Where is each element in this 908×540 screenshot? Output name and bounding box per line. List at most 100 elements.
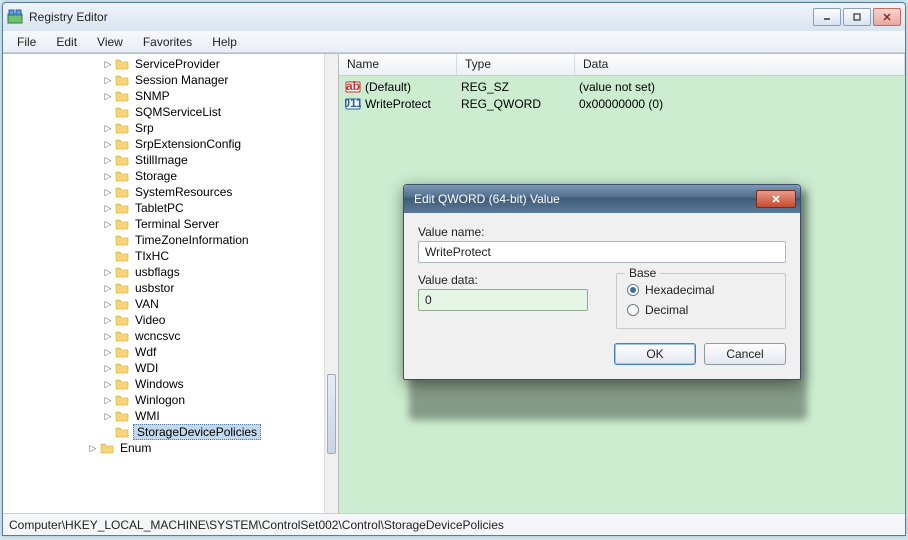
tree-item[interactable]: StorageDevicePolicies: [3, 424, 324, 440]
expand-arrow-icon[interactable]: ▷: [103, 347, 113, 358]
value-data-field[interactable]: [418, 289, 588, 311]
tree-item-label: Session Manager: [133, 73, 230, 87]
radio-hexadecimal[interactable]: Hexadecimal: [627, 280, 775, 300]
close-button[interactable]: [873, 8, 901, 26]
radio-dec-label: Decimal: [645, 303, 688, 317]
tree-item-label: WMI: [133, 409, 162, 423]
tree-item[interactable]: ▷Storage: [3, 168, 324, 184]
tree-item-label: StorageDevicePolicies: [133, 424, 261, 440]
value-row[interactable]: ab (Default)REG_SZ(value not set): [339, 78, 905, 95]
value-name: (Default): [365, 80, 461, 94]
tree-item[interactable]: TimeZoneInformation: [3, 232, 324, 248]
maximize-button[interactable]: [843, 8, 871, 26]
col-header-type[interactable]: Type: [457, 54, 575, 75]
tree-item[interactable]: ▷Winlogon: [3, 392, 324, 408]
radio-hex-indicator: [627, 284, 639, 296]
value-name-field[interactable]: [418, 241, 786, 263]
radio-hex-label: Hexadecimal: [645, 283, 714, 297]
expand-arrow-icon[interactable]: ▷: [103, 267, 113, 278]
col-header-name[interactable]: Name: [339, 54, 457, 75]
tree-scrollbar[interactable]: [324, 54, 338, 513]
tree-item[interactable]: ▷ ServiceProvider: [3, 56, 324, 72]
menu-view[interactable]: View: [89, 33, 131, 51]
tree-item[interactable]: ▷ usbflags: [3, 264, 324, 280]
tree-item-label: SrpExtensionConfig: [133, 137, 243, 151]
dialog-titlebar[interactable]: Edit QWORD (64-bit) Value: [404, 185, 800, 213]
expand-arrow-icon[interactable]: ▷: [103, 59, 113, 70]
tree-item-label: Terminal Server: [133, 217, 221, 231]
status-path: Computer\HKEY_LOCAL_MACHINE\SYSTEM\Contr…: [9, 518, 504, 532]
value-data-label: Value data:: [418, 273, 602, 287]
values-header[interactable]: Name Type Data: [339, 54, 905, 76]
expand-arrow-icon[interactable]: ▷: [103, 315, 113, 326]
regedit-icon: [7, 9, 23, 25]
value-data: (value not set): [579, 80, 905, 94]
tree-item-label: StillImage: [133, 153, 190, 167]
value-type: REG_SZ: [461, 80, 579, 94]
tree-scrollbar-thumb[interactable]: [327, 374, 336, 454]
tree-item-label: VAN: [133, 297, 161, 311]
expand-arrow-icon[interactable]: ▷: [103, 171, 113, 182]
string-value-icon: ab: [345, 79, 361, 95]
tree-item-label: ServiceProvider: [133, 57, 222, 71]
expand-arrow-icon[interactable]: ▷: [103, 75, 113, 86]
minimize-button[interactable]: [813, 8, 841, 26]
expand-arrow-icon[interactable]: ▷: [103, 139, 113, 150]
value-data: 0x00000000 (0): [579, 97, 905, 111]
value-row[interactable]: 011WriteProtectREG_QWORD0x00000000 (0): [339, 95, 905, 112]
cancel-button[interactable]: Cancel: [704, 343, 786, 365]
tree-item-label: wcncsvc: [133, 329, 182, 343]
menu-file[interactable]: File: [9, 33, 44, 51]
tree-item[interactable]: ▷ StillImage: [3, 152, 324, 168]
tree-item-label: usbflags: [133, 265, 182, 279]
tree-item[interactable]: ▷ SrpExtensionConfig: [3, 136, 324, 152]
tree-item[interactable]: ▷SNMP: [3, 88, 324, 104]
tree-item[interactable]: ▷Srp: [3, 120, 324, 136]
tree-item-label: TimeZoneInformation: [133, 233, 251, 247]
expand-arrow-icon[interactable]: ▷: [103, 379, 113, 390]
workspace: ▷ ServiceProvider ▷ Session Manager▷SNMPSQM…: [3, 53, 905, 513]
expand-arrow-icon[interactable]: ▷: [103, 395, 113, 406]
expand-arrow-icon[interactable]: ▷: [103, 331, 113, 342]
tree-item[interactable]: ▷TabletPC: [3, 200, 324, 216]
tree-view[interactable]: ▷ ServiceProvider ▷ Session Manager▷SNMPSQM…: [3, 54, 324, 513]
tree-item[interactable]: ▷ wcncsvc: [3, 328, 324, 344]
tree-item[interactable]: ▷ Session Manager: [3, 72, 324, 88]
col-header-data[interactable]: Data: [575, 54, 905, 75]
titlebar[interactable]: Registry Editor: [3, 3, 905, 31]
tree-item[interactable]: TIxHC: [3, 248, 324, 264]
value-name: WriteProtect: [365, 97, 461, 111]
expand-arrow-icon[interactable]: ▷: [103, 91, 113, 102]
expand-arrow-icon[interactable]: ▷: [103, 411, 113, 422]
tree-item[interactable]: ▷ Terminal Server: [3, 216, 324, 232]
tree-item[interactable]: SQMServiceList: [3, 104, 324, 120]
menu-edit[interactable]: Edit: [48, 33, 85, 51]
tree-item[interactable]: ▷Enum: [3, 440, 324, 456]
expand-arrow-icon[interactable]: ▷: [103, 203, 113, 214]
tree-item[interactable]: ▷ WMI: [3, 408, 324, 424]
dialog-close-button[interactable]: [756, 190, 796, 208]
expand-arrow-icon[interactable]: ▷: [88, 443, 98, 454]
ok-button[interactable]: OK: [614, 343, 696, 365]
menu-favorites[interactable]: Favorites: [135, 33, 200, 51]
tree-item[interactable]: ▷Video: [3, 312, 324, 328]
tree-item[interactable]: ▷SystemResources: [3, 184, 324, 200]
expand-arrow-icon[interactable]: ▷: [103, 187, 113, 198]
expand-arrow-icon[interactable]: ▷: [103, 283, 113, 294]
menubar: File Edit View Favorites Help: [3, 31, 905, 53]
expand-arrow-icon[interactable]: ▷: [103, 155, 113, 166]
radio-decimal[interactable]: Decimal: [627, 300, 775, 320]
tree-item[interactable]: ▷WDI: [3, 360, 324, 376]
value-type: REG_QWORD: [461, 97, 579, 111]
tree-item[interactable]: ▷ VAN: [3, 296, 324, 312]
expand-arrow-icon[interactable]: ▷: [103, 363, 113, 374]
menu-help[interactable]: Help: [204, 33, 245, 51]
base-label: Base: [625, 266, 660, 280]
tree-item[interactable]: ▷usbstor: [3, 280, 324, 296]
window-title: Registry Editor: [29, 10, 813, 24]
expand-arrow-icon[interactable]: ▷: [103, 219, 113, 230]
expand-arrow-icon[interactable]: ▷: [103, 299, 113, 310]
expand-arrow-icon[interactable]: ▷: [103, 123, 113, 134]
tree-item[interactable]: ▷Wdf: [3, 344, 324, 360]
tree-item[interactable]: ▷Windows: [3, 376, 324, 392]
